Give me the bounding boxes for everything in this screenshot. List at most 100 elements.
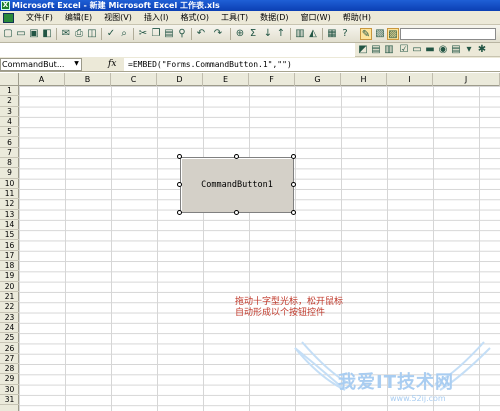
row-header[interactable]: 30	[0, 385, 19, 395]
column-header[interactable]: C	[111, 73, 157, 86]
command-button-control-icon[interactable]: ▬	[424, 44, 436, 56]
open-icon[interactable]: ▭	[15, 28, 27, 40]
workbook-icon[interactable]	[3, 13, 14, 23]
row-header[interactable]: 20	[0, 282, 19, 292]
more-controls-icon[interactable]: ✱	[476, 44, 488, 56]
design-mode-icon[interactable]: ✎	[360, 28, 372, 40]
select-all-corner[interactable]	[0, 73, 19, 86]
row-header[interactable]: 28	[0, 364, 19, 375]
column-header[interactable]: H	[341, 73, 387, 86]
undo-icon[interactable]: ↶	[195, 28, 207, 40]
insert-function-icon[interactable]: fx	[108, 58, 120, 71]
resize-handle[interactable]	[234, 154, 239, 159]
hyperlink-icon[interactable]: ⊕	[234, 28, 246, 40]
row-header[interactable]: 7	[0, 148, 19, 159]
column-header[interactable]: I	[387, 73, 433, 86]
resize-handle[interactable]	[291, 154, 296, 159]
row-header[interactable]: 15	[0, 230, 19, 241]
formula-input[interactable]: =EMBED("Forms.CommandButton.1","")	[124, 58, 500, 71]
row-header[interactable]: 26	[0, 344, 19, 354]
menu-format[interactable]: 格式(O)	[174, 11, 215, 25]
copy-icon[interactable]: ❐	[150, 28, 162, 40]
sort-descending-icon[interactable]: ↑	[275, 28, 287, 40]
option-button-control-icon[interactable]: ◉	[437, 44, 449, 56]
row-header[interactable]: 11	[0, 189, 19, 200]
row-header[interactable]: 1	[0, 86, 19, 97]
column-header[interactable]: F	[249, 73, 295, 86]
resize-handle[interactable]	[291, 182, 296, 187]
menu-insert[interactable]: 插入(I)	[138, 11, 175, 25]
row-header[interactable]: 14	[0, 220, 19, 231]
spelling-icon[interactable]: ✓	[105, 28, 117, 40]
row-header[interactable]: 18	[0, 261, 19, 272]
row-header[interactable]: 29	[0, 374, 19, 385]
sort-ascending-icon[interactable]: ↓	[262, 28, 274, 40]
row-header[interactable]: 2	[0, 96, 19, 107]
row-header[interactable]: 25	[0, 333, 19, 344]
resize-handle[interactable]	[291, 210, 296, 215]
menu-window[interactable]: 窗口(W)	[295, 11, 337, 25]
row-header[interactable]: 12	[0, 199, 19, 210]
zoom-icon[interactable]: ▦	[326, 28, 338, 40]
textbox-control-icon[interactable]: ▭	[411, 44, 423, 56]
redo-icon[interactable]: ↷	[212, 28, 224, 40]
row-header[interactable]: 6	[0, 138, 19, 148]
help-icon[interactable]: ?	[339, 28, 351, 40]
new-icon[interactable]: ▢	[2, 28, 14, 40]
code-icon[interactable]: ▥	[383, 44, 395, 56]
paste-icon[interactable]: ▤	[163, 28, 175, 40]
row-header[interactable]: 4	[0, 117, 19, 128]
checkbox-control-icon[interactable]: ☑	[398, 44, 410, 56]
print-icon[interactable]: ⎙	[73, 28, 85, 40]
column-header[interactable]: A	[19, 73, 65, 86]
row-header[interactable]: 31	[0, 395, 19, 406]
row-header[interactable]: 23	[0, 313, 19, 323]
column-header[interactable]: B	[65, 73, 111, 86]
cut-icon[interactable]: ✂	[137, 28, 149, 40]
menu-view[interactable]: 视图(V)	[98, 11, 138, 25]
row-header[interactable]: 9	[0, 168, 19, 179]
row-header[interactable]: 10	[0, 179, 19, 189]
listbox-control-icon[interactable]: ▤	[450, 44, 462, 56]
design-mode-toggle-icon[interactable]: ◩	[357, 44, 369, 56]
email-icon[interactable]: ✉	[60, 28, 72, 40]
save-icon[interactable]: ▣	[28, 28, 40, 40]
chart-wizard-icon[interactable]: ▥	[294, 28, 306, 40]
menu-file[interactable]: 文件(F)	[20, 11, 59, 25]
print-preview-icon[interactable]: ◫	[86, 28, 98, 40]
name-box-dropdown-icon[interactable]: ▼	[72, 59, 81, 68]
control-properties-icon[interactable]: ▧	[374, 28, 386, 40]
row-header[interactable]: 22	[0, 302, 19, 313]
name-box[interactable]: CommandBut...	[0, 58, 82, 71]
column-header[interactable]: J	[433, 73, 500, 86]
column-header[interactable]: D	[157, 73, 203, 86]
column-header[interactable]: E	[203, 73, 249, 86]
combobox-control-icon[interactable]: ▾	[463, 44, 475, 56]
row-header[interactable]: 16	[0, 241, 19, 251]
properties-icon[interactable]: ▤	[370, 44, 382, 56]
command-button[interactable]: CommandButton1	[180, 157, 294, 213]
toolbar-combo-box[interactable]	[400, 28, 496, 40]
menu-data[interactable]: 数据(D)	[254, 11, 294, 25]
row-header[interactable]: 19	[0, 271, 19, 282]
row-header[interactable]: 3	[0, 107, 19, 117]
row-header[interactable]: 24	[0, 323, 19, 334]
view-code-icon[interactable]: ▨	[387, 28, 399, 40]
menu-edit[interactable]: 编辑(E)	[59, 11, 98, 25]
research-icon[interactable]: ⌕	[118, 28, 130, 40]
autosum-icon[interactable]: Σ	[247, 28, 259, 40]
resize-handle[interactable]	[234, 210, 239, 215]
format-painter-icon[interactable]: ⚲	[176, 28, 188, 40]
column-header[interactable]: G	[295, 73, 341, 86]
menu-help[interactable]: 帮助(H)	[337, 11, 377, 25]
resize-handle[interactable]	[177, 154, 182, 159]
row-header[interactable]: 8	[0, 158, 19, 169]
row-header[interactable]: 5	[0, 127, 19, 138]
excel-app-icon[interactable]: X	[1, 1, 10, 10]
drawing-icon[interactable]: ◭	[307, 28, 319, 40]
row-header[interactable]: 13	[0, 210, 19, 220]
row-header[interactable]: 27	[0, 354, 19, 365]
row-header[interactable]: 17	[0, 251, 19, 262]
resize-handle[interactable]	[177, 182, 182, 187]
resize-handle[interactable]	[177, 210, 182, 215]
